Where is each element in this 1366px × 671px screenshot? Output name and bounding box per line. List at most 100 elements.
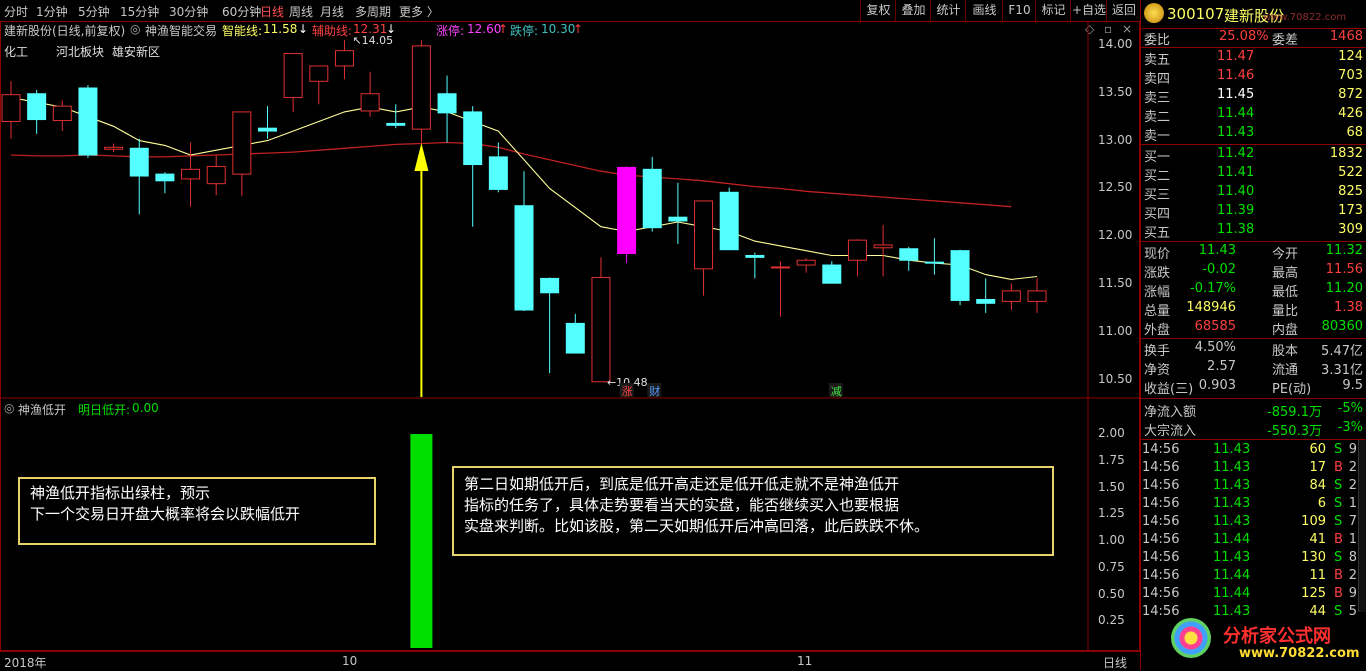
- tick-side: S: [1334, 514, 1343, 529]
- stat-value: 11.56: [1325, 262, 1363, 277]
- stat-row: 涨跌 -0.02 最高 11.56: [1141, 261, 1366, 281]
- ask-row: 卖二 11.44 426: [1141, 105, 1366, 125]
- quote-title-bar: 300107 建新股份 www.70822.com: [1141, 0, 1366, 29]
- tick-side: S: [1334, 496, 1343, 511]
- flow-row: 净流入额 -859.1万 -5%: [1141, 400, 1366, 420]
- stat-value: 9.5: [1342, 378, 1363, 393]
- note-left-line: 下一个交易日开盘大概率将会以跌幅低开: [30, 505, 301, 523]
- bid-label: 买一: [1144, 150, 1171, 165]
- tick-price: 11.43: [1213, 478, 1251, 493]
- bid-row: 买三 11.40 825: [1141, 183, 1366, 203]
- bid-row: 买一 11.42 1832: [1141, 145, 1366, 165]
- bid-row: 买五 11.38 309: [1141, 221, 1366, 241]
- tick-volume: 84: [1309, 478, 1326, 493]
- tick-side: S: [1334, 604, 1343, 619]
- stat-label: 涨幅: [1144, 285, 1171, 300]
- stat-label: 最高: [1272, 266, 1299, 281]
- tick-count: 2: [1348, 460, 1357, 475]
- stat-label: 今开: [1272, 247, 1299, 262]
- block-divider: [1141, 398, 1366, 399]
- stat-label: 量比: [1272, 304, 1299, 319]
- tick-count: 5: [1348, 604, 1357, 619]
- ask-label: 卖三: [1144, 91, 1171, 106]
- stat-row: 涨幅 -0.17% 最低 11.20: [1141, 280, 1366, 300]
- tick-count: 7: [1348, 514, 1357, 529]
- note-right: 第二日如期低开后，到底是低开高走还是低开低走就不是神渔低开 指标的任务了，具体走…: [452, 466, 1054, 556]
- tick-volume: 60: [1309, 442, 1326, 457]
- bid-label: 买四: [1144, 207, 1171, 222]
- tick-price: 11.44: [1213, 586, 1251, 601]
- tick-volume: 6: [1317, 496, 1326, 511]
- stat-label: PE(动): [1272, 382, 1312, 397]
- ask-volume: 68: [1346, 125, 1363, 140]
- tick-volume: 125: [1301, 586, 1326, 601]
- stat-value: -0.17%: [1190, 281, 1236, 296]
- logo-text: 分析家公式网: [1223, 626, 1331, 647]
- stat-value: 0.903: [1198, 378, 1236, 393]
- tick-count: 2: [1348, 568, 1357, 583]
- ask-price: 11.47: [1217, 49, 1255, 64]
- stat-label: 涨跌: [1144, 266, 1171, 281]
- tick-time: 14:56: [1142, 532, 1180, 547]
- tick-row: 14:56 11.43 130 S 8: [1141, 549, 1366, 568]
- flow-label: 大宗流入: [1144, 424, 1197, 439]
- ask-price: 11.43: [1217, 125, 1255, 140]
- stat-value: 68585: [1194, 319, 1236, 334]
- bid-volume: 173: [1338, 203, 1363, 218]
- tick-side: S: [1334, 442, 1343, 457]
- tick-price: 11.44: [1213, 568, 1251, 583]
- tick-side: B: [1334, 460, 1343, 475]
- ask-row: 卖四 11.46 703: [1141, 67, 1366, 87]
- stock-code: 300107: [1167, 5, 1225, 23]
- bid-volume: 825: [1338, 184, 1363, 199]
- logo-icon: [1144, 3, 1164, 23]
- stat-row: 收益(三) 0.903 PE(动) 9.5: [1141, 377, 1366, 397]
- tick-side: B: [1334, 532, 1343, 547]
- bid-label: 买五: [1144, 226, 1171, 241]
- stat-value: 3.31亿: [1321, 363, 1363, 378]
- stat-value: 80360: [1321, 319, 1363, 334]
- tick-row: 14:56 11.43 109 S 7: [1141, 513, 1366, 532]
- stat-label: 收益(三): [1144, 382, 1194, 397]
- bid-price: 11.40: [1217, 184, 1255, 199]
- tick-time: 14:56: [1142, 550, 1180, 565]
- quote-panel: 300107 建新股份 www.70822.com 委比 25.08% 委差 1…: [1141, 0, 1366, 670]
- stat-label: 换手: [1144, 344, 1171, 359]
- tick-time: 14:56: [1142, 496, 1180, 511]
- ask-price: 11.46: [1217, 68, 1255, 83]
- bid-price: 11.41: [1217, 165, 1255, 180]
- indicator-tick: 0.75: [1098, 559, 1125, 574]
- ask-label: 卖五: [1144, 53, 1171, 68]
- tick-time: 14:56: [1142, 460, 1180, 475]
- weibi-label: 委比: [1144, 33, 1171, 48]
- tick-volume: 17: [1309, 460, 1326, 475]
- ask-volume: 426: [1338, 106, 1363, 121]
- tick-count: 2: [1348, 478, 1357, 493]
- panel-divider: [1140, 0, 1141, 670]
- indicator-tick: 1.75: [1098, 452, 1125, 467]
- bid-volume: 522: [1338, 165, 1363, 180]
- tick-side: B: [1334, 568, 1343, 583]
- indicator-tick: 2.00: [1098, 426, 1125, 441]
- weibi-row: 委比 25.08% 委差 1468: [1141, 28, 1366, 48]
- ask-price: 11.45: [1217, 87, 1255, 102]
- stat-value: 1.38: [1334, 300, 1363, 315]
- tick-side: S: [1334, 550, 1343, 565]
- stat-value: 5.47亿: [1321, 344, 1363, 359]
- bid-label: 买三: [1144, 188, 1171, 203]
- flow-value: -550.3万: [1267, 424, 1322, 439]
- tick-time: 14:56: [1142, 514, 1180, 529]
- ask-label: 卖二: [1144, 110, 1171, 125]
- weicha-label: 委差: [1272, 33, 1299, 48]
- flow-percent: -3%: [1337, 420, 1363, 435]
- tick-side: S: [1334, 478, 1343, 493]
- stat-value: 148946: [1186, 300, 1236, 315]
- stat-label: 流通: [1272, 363, 1299, 378]
- note-right-line: 第二日如期低开后，到底是低开高走还是低开低走就不是神渔低开: [464, 475, 900, 493]
- ask-price: 11.44: [1217, 106, 1255, 121]
- tick-time: 14:56: [1142, 604, 1180, 619]
- stat-value: 11.20: [1325, 281, 1363, 296]
- tick-volume: 130: [1301, 550, 1326, 565]
- bid-row: 买二 11.41 522: [1141, 164, 1366, 184]
- indicator-tick: 1.00: [1098, 533, 1125, 548]
